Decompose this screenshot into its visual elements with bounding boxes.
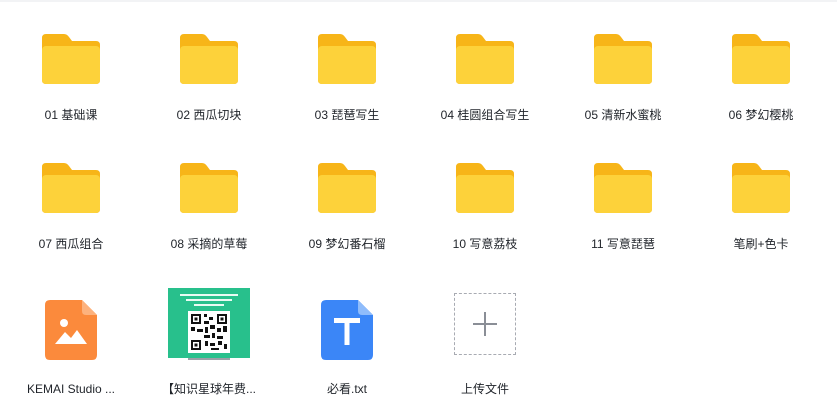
folder-icon [594, 163, 652, 213]
upload-file-button[interactable]: 上传文件 [416, 270, 554, 399]
folder-icon [456, 163, 514, 213]
folder-name: 08 采摘的草莓 [170, 237, 248, 251]
file-name: 【知识星球年费... [161, 382, 256, 396]
file-grid: 01 基础课 02 西瓜切块 03 琵琶写生 04 桂圆组合写生 05 清新水蜜… [2, 12, 830, 399]
text-file-icon [321, 300, 373, 360]
folder-icon [732, 163, 790, 213]
folder-name: 笔刷+色卡 [733, 237, 789, 251]
folder-icon [318, 34, 376, 84]
folder-name: 09 梦幻番石榴 [308, 237, 386, 251]
folder-item-07[interactable]: 07 西瓜组合 [2, 141, 140, 270]
file-row: 01 基础课 02 西瓜切块 03 琵琶写生 04 桂圆组合写生 05 清新水蜜… [2, 12, 830, 141]
image-file-item[interactable]: KEMAI Studio ... [2, 270, 140, 399]
folder-name: 07 西瓜组合 [38, 237, 104, 251]
text-file-item[interactable]: 必看.txt [278, 270, 416, 399]
folder-name: 05 清新水蜜桃 [584, 108, 662, 122]
folder-icon [180, 163, 238, 213]
folder-icon [594, 34, 652, 84]
top-divider [0, 0, 837, 2]
image-file-icon [45, 300, 97, 360]
plus-icon[interactable] [454, 293, 516, 355]
folder-item-06[interactable]: 06 梦幻樱桃 [692, 12, 830, 141]
folder-item-02[interactable]: 02 西瓜切块 [140, 12, 278, 141]
folder-name: 01 基础课 [44, 108, 98, 122]
folder-icon [732, 34, 790, 84]
folder-icon [42, 34, 100, 84]
upload-label: 上传文件 [460, 382, 509, 396]
folder-icon [42, 163, 100, 213]
folder-name: 06 梦幻樱桃 [728, 108, 794, 122]
folder-item-10[interactable]: 10 写意荔枝 [416, 141, 554, 270]
folder-name: 03 琵琶写生 [314, 108, 380, 122]
folder-icon [180, 34, 238, 84]
file-name: 必看.txt [326, 382, 367, 396]
folder-icon [318, 163, 376, 213]
folder-name: 04 桂圆组合写生 [440, 108, 530, 122]
folder-name: 11 写意琵琶 [591, 237, 655, 251]
folder-item-11[interactable]: 11 写意琵琶 [554, 141, 692, 270]
folder-item-04[interactable]: 04 桂圆组合写生 [416, 12, 554, 141]
qr-poster-thumbnail [168, 284, 250, 364]
folder-icon [456, 34, 514, 84]
file-row: KEMAI Studio ... 【知识星球年费... 必看.txt 上传文件 [2, 270, 830, 399]
image-file-item[interactable]: 【知识星球年费... [140, 270, 278, 399]
folder-item-03[interactable]: 03 琵琶写生 [278, 12, 416, 141]
folder-name: 10 写意荔枝 [452, 237, 518, 251]
file-row: 07 西瓜组合 08 采摘的草莓 09 梦幻番石榴 10 写意荔枝 11 写意琵… [2, 141, 830, 270]
folder-item-09[interactable]: 09 梦幻番石榴 [278, 141, 416, 270]
folder-name: 02 西瓜切块 [176, 108, 242, 122]
folder-item-brushes[interactable]: 笔刷+色卡 [692, 141, 830, 270]
folder-item-08[interactable]: 08 采摘的草莓 [140, 141, 278, 270]
folder-item-05[interactable]: 05 清新水蜜桃 [554, 12, 692, 141]
folder-item-01[interactable]: 01 基础课 [2, 12, 140, 141]
file-name: KEMAI Studio ... [26, 382, 116, 396]
